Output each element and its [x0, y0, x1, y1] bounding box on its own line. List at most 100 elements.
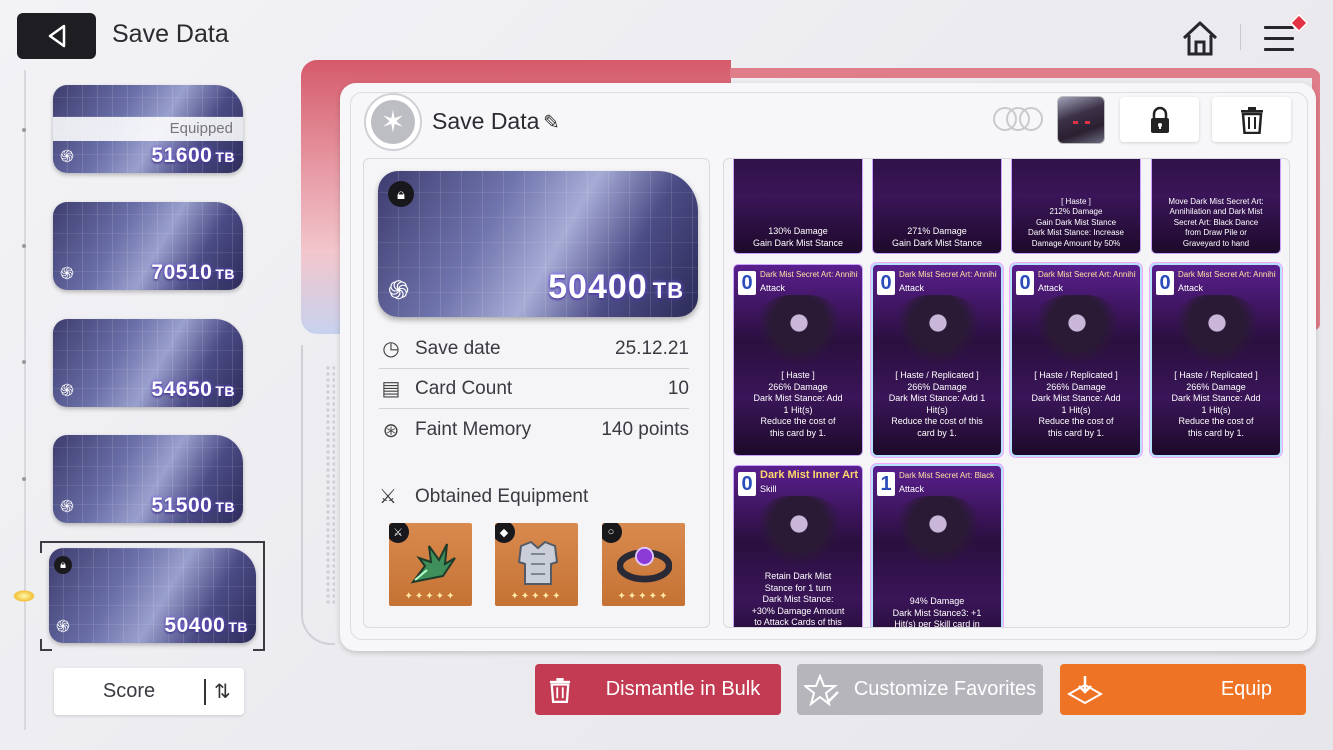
- card-5[interactable]: 0 Dark Mist Secret Art: Annihilation Att…: [734, 265, 862, 455]
- card-9[interactable]: 0 Dark Mist Inner Art Skill Retain Dark …: [734, 466, 862, 627]
- crossed-swords-icon: ⚔: [379, 486, 397, 508]
- panel-top-strip: [730, 68, 1320, 78]
- card-desc: [ Haste / Replicated ] 266% Damage Dark …: [1171, 370, 1261, 438]
- card-name: Dark Mist Secret Art: Annihilation: [899, 270, 997, 279]
- menu-icon-line: [1264, 37, 1294, 40]
- page-title: Save Data: [112, 20, 229, 48]
- card-1[interactable]: 130% Damage Gain Dark Mist Stance: [734, 159, 862, 253]
- save-score-unit: TB: [228, 619, 248, 635]
- header-divider: [1240, 24, 1241, 50]
- notification-badge: [1289, 13, 1309, 33]
- spiral-icon: ֍: [60, 147, 74, 166]
- back-button[interactable]: [17, 13, 96, 59]
- equipment-label-text: Obtained Equipment: [415, 485, 589, 507]
- card-desc: [ Haste ] 212% Damage Gain Dark Mist Sta…: [1027, 196, 1125, 248]
- info-key: Save date: [415, 337, 501, 359]
- spiral-icon: ֍: [60, 264, 74, 283]
- list-rail: [24, 70, 26, 730]
- lock-button[interactable]: [1120, 97, 1199, 142]
- save-score: 51500 TB: [151, 494, 235, 518]
- info-row-save-date: ◷ Save date 25.12.21: [379, 329, 689, 369]
- ring: [1019, 107, 1043, 131]
- avatar-eye: [1085, 121, 1090, 124]
- card-3[interactable]: [ Haste ] 212% Damage Gain Dark Mist Sta…: [1012, 159, 1140, 253]
- equipment-accessory[interactable]: ○ ✦✦✦✦✦: [602, 523, 685, 606]
- delete-button[interactable]: [1212, 97, 1291, 142]
- equipped-banner: Equipped: [53, 117, 243, 141]
- claw-weapon-icon: [404, 535, 459, 590]
- card-6[interactable]: 0 Dark Mist Secret Art: Annihilation Att…: [873, 265, 1001, 455]
- card-10[interactable]: 1 Dark Mist Secret Art: Black Dance Atta…: [873, 466, 1001, 628]
- rail-dot: [22, 477, 26, 481]
- card-8[interactable]: 0 Dark Mist Secret Art: Annihilation Att…: [1152, 265, 1280, 455]
- card-4[interactable]: Move Dark Mist Secret Art: Annihilation …: [1152, 159, 1280, 253]
- card-grid[interactable]: 130% Damage Gain Dark Mist Stance 271% D…: [723, 158, 1290, 628]
- sort-button[interactable]: Score ⇅: [54, 668, 244, 715]
- info-key: Card Count: [415, 377, 513, 399]
- home-button[interactable]: [1180, 18, 1220, 58]
- card-art: [754, 496, 844, 576]
- edit-name-icon[interactable]: ✎: [543, 110, 560, 135]
- menu-icon: [1264, 26, 1294, 29]
- menu-button[interactable]: [1260, 13, 1309, 58]
- panel-dots-decoration: [325, 365, 335, 605]
- sort-label: Score: [102, 680, 156, 702]
- cards-icon: ▤: [381, 378, 401, 400]
- card-cost: 0: [738, 271, 756, 295]
- card-cost: 0: [738, 472, 756, 496]
- spiral-icon: ֍: [388, 275, 410, 305]
- card-name: Dark Mist Secret Art: Black Dance: [899, 471, 997, 480]
- character-avatar[interactable]: [1057, 96, 1105, 144]
- sort-order-icon[interactable]: ⇅: [214, 679, 231, 704]
- info-value: 10: [667, 377, 689, 399]
- card-desc: [ Haste / Replicated ] 266% Damage Dark …: [888, 370, 986, 438]
- info-row-faint-memory: ⊛ Faint Memory 140 points: [379, 410, 689, 450]
- dismantle-label: Dismantle in Bulk: [605, 678, 761, 700]
- dismantle-in-bulk-button[interactable]: Dismantle in Bulk: [535, 664, 781, 715]
- save-slot-3[interactable]: ֍ 54650 TB: [53, 319, 243, 407]
- card-2[interactable]: 271% Damage Gain Dark Mist Stance: [873, 159, 1001, 253]
- card-7[interactable]: 0 Dark Mist Secret Art: Annihilation Att…: [1012, 265, 1140, 455]
- save-slot-5[interactable]: 🔒︎ ֍ 50400 TB: [49, 548, 256, 643]
- spiral-icon: ֍: [56, 617, 70, 636]
- save-score: 70510 TB: [151, 261, 235, 285]
- save-score-value: 50400: [164, 614, 226, 637]
- card-art: [1032, 295, 1122, 375]
- save-score-unit: TB: [215, 499, 235, 515]
- rings-icon: [993, 107, 1043, 131]
- card-name: Dark Mist Secret Art: Annihilation: [1038, 270, 1136, 279]
- customize-label: Customize Favorites: [853, 678, 1037, 700]
- card-art: [893, 295, 983, 375]
- card-art: [1172, 295, 1262, 375]
- panel-title: Save Data: [432, 108, 540, 134]
- save-slot-4[interactable]: ֍ 51500 TB: [53, 435, 243, 523]
- rarity-stars: ✦✦✦✦✦: [617, 591, 670, 602]
- equip-label: Equip: [1220, 678, 1272, 700]
- card-art: [754, 159, 844, 173]
- equipment-armor[interactable]: ◆ ✦✦✦✦✦: [495, 523, 578, 606]
- save-slot-2[interactable]: ֍ 70510 TB: [53, 202, 243, 290]
- card-name: Dark Mist Secret Art: Annihilation: [1178, 270, 1276, 279]
- card-type: Attack: [1178, 283, 1204, 293]
- lock-icon: 🔒︎: [388, 181, 414, 207]
- equip-icon: [1060, 674, 1110, 706]
- equipment-weapon[interactable]: ⚔ ✦✦✦✦✦: [389, 523, 472, 606]
- card-cost: 0: [1156, 271, 1174, 295]
- save-score-value: 51600: [151, 144, 213, 167]
- save-score: 51600 TB: [151, 144, 235, 168]
- save-score-unit: TB: [215, 383, 235, 399]
- save-score-value: 70510: [151, 261, 213, 284]
- save-slot-1[interactable]: Equipped ֍ 51600 TB: [53, 85, 243, 173]
- star-badge-icon: ✶: [371, 100, 415, 144]
- card-desc: Retain Dark Mist Stance for 1 turn Dark …: [751, 571, 845, 627]
- customize-favorites-button[interactable]: Customize Favorites: [797, 664, 1043, 715]
- card-desc: Move Dark Mist Secret Art: Annihilation …: [1168, 196, 1264, 248]
- lock-icon: [1150, 106, 1169, 133]
- card-desc: 94% Damage Dark Mist Stance3: +1 Hit(s) …: [892, 596, 982, 628]
- equip-button[interactable]: Equip: [1060, 664, 1306, 715]
- spiral-icon: ֍: [60, 381, 74, 400]
- selection-glow: [13, 590, 35, 602]
- brain-icon: ⊛: [382, 419, 400, 442]
- save-score-value: 51500: [151, 494, 213, 517]
- card-desc: [ Haste ] 266% Damage Dark Mist Stance: …: [753, 370, 843, 438]
